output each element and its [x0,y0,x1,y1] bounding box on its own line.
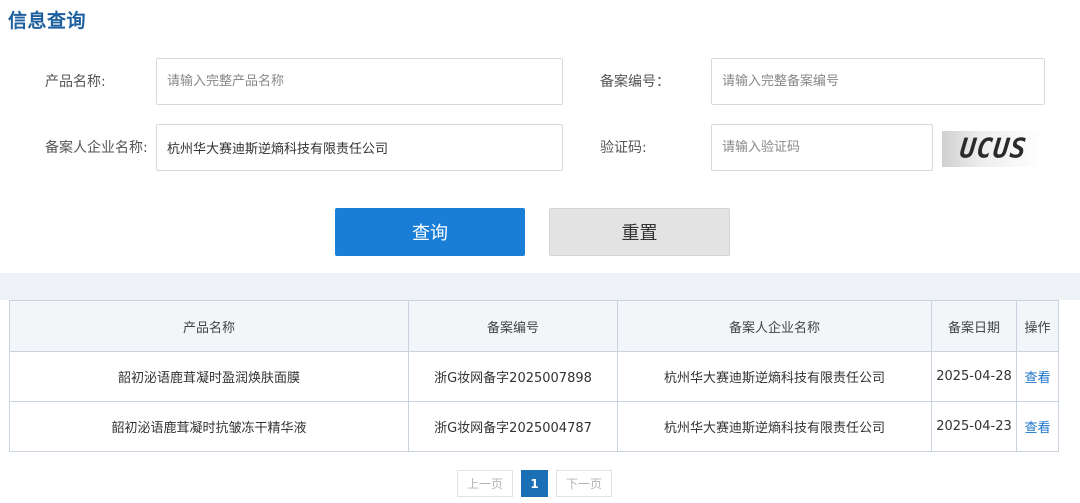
cell-company-name: 杭州华大赛迪斯逆熵科技有限责任公司 [617,351,932,402]
captcha-image[interactable]: UCUS [942,131,1044,167]
prev-page-button[interactable]: 上一页 [457,470,513,497]
company-name-input[interactable] [156,124,563,171]
cell-company-name: 杭州华大赛迪斯逆熵科技有限责任公司 [617,401,932,452]
query-button[interactable]: 查询 [335,208,525,256]
record-number-input[interactable] [711,58,1045,105]
product-name-label: 产品名称: [45,74,106,90]
header-product-name: 产品名称 [9,300,409,352]
cell-action: 查看 [1016,401,1059,452]
next-page-button[interactable]: 下一页 [556,470,612,497]
captcha-label: 验证码: [600,140,647,156]
page-title: 信息查询 [8,10,87,32]
view-link[interactable]: 查看 [1024,371,1050,386]
cell-record-number: 浙G妆网备字2025007898 [408,351,618,402]
table-row: 韶初泌语鹿茸凝时抗皱冻干精华液 浙G妆网备字2025004787 杭州华大赛迪斯… [9,401,1059,452]
table-header-row: 产品名称 备案编号 备案人企业名称 备案日期 操作 [9,300,1059,352]
header-action: 操作 [1016,300,1059,352]
captcha-image-text: UCUS [958,133,1028,165]
cell-record-number: 浙G妆网备字2025004787 [408,401,618,452]
record-number-label: 备案编号： [600,74,670,90]
cell-product-name: 韶初泌语鹿茸凝时抗皱冻干精华液 [9,401,409,452]
header-record-date: 备案日期 [931,300,1017,352]
cell-record-date: 2025-04-23 [931,401,1017,452]
cell-product-name: 韶初泌语鹿茸凝时盈润焕肤面膜 [9,351,409,402]
results-table: 产品名称 备案编号 备案人企业名称 备案日期 操作 韶初泌语鹿茸凝时盈润焕肤面膜… [9,300,1059,452]
product-name-input[interactable] [156,58,563,105]
section-divider [0,273,1080,300]
pagination: 上一页 1 下一页 [457,470,612,497]
current-page-button[interactable]: 1 [521,470,548,497]
view-link[interactable]: 查看 [1024,421,1050,436]
cell-record-date: 2025-04-28 [931,351,1017,402]
company-name-label: 备案人企业名称: [45,140,148,156]
header-record-number: 备案编号 [408,300,618,352]
table-row: 韶初泌语鹿茸凝时盈润焕肤面膜 浙G妆网备字2025007898 杭州华大赛迪斯逆… [9,351,1059,402]
captcha-input[interactable] [711,124,933,171]
reset-button[interactable]: 重置 [549,208,730,256]
header-company-name: 备案人企业名称 [617,300,932,352]
cell-action: 查看 [1016,351,1059,402]
